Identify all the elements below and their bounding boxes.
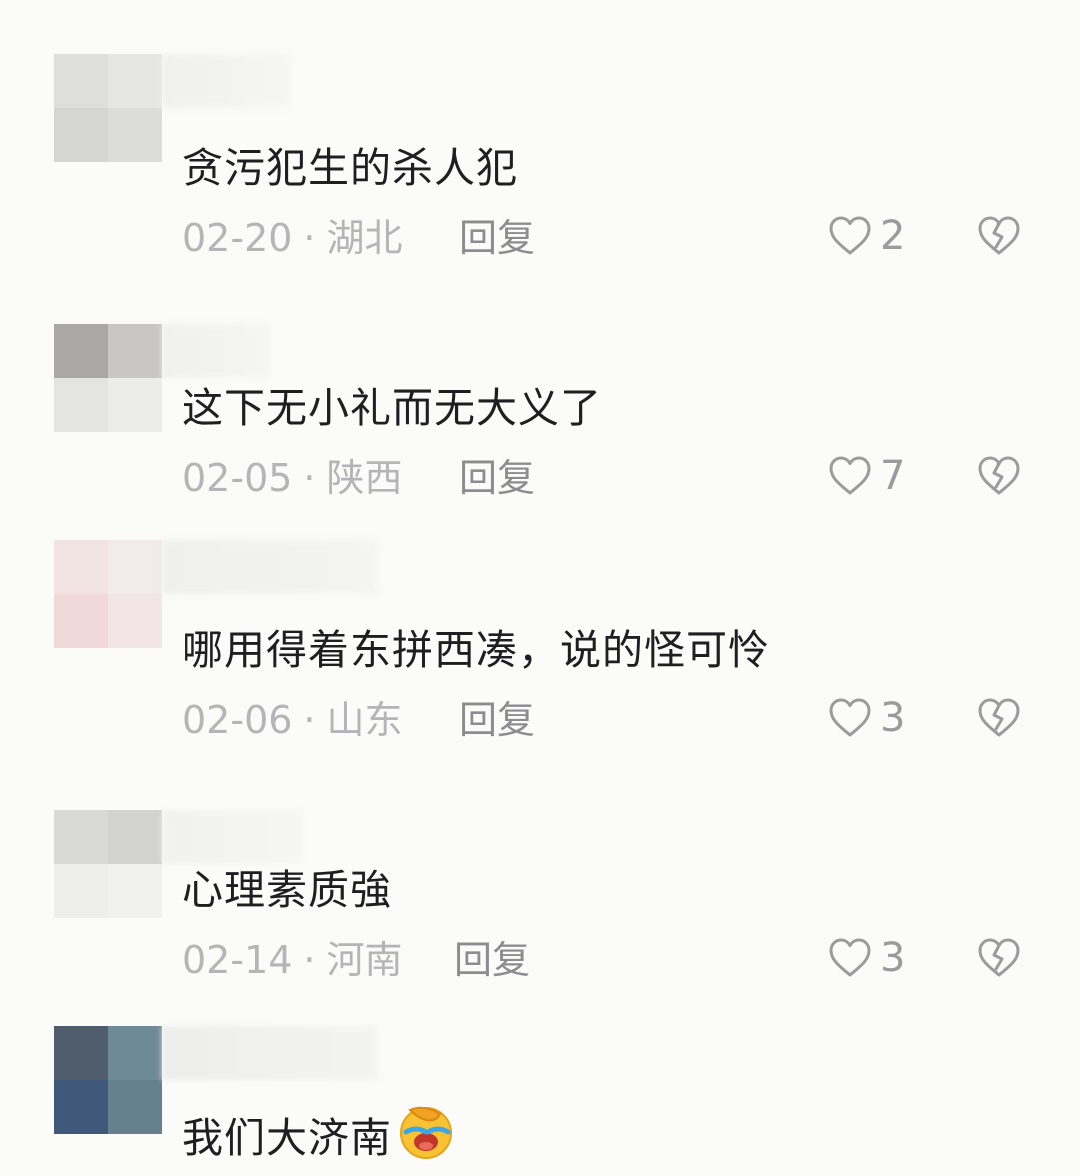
comment-meta: 02-14 · 河南 [182, 936, 403, 984]
broken-heart-icon [974, 452, 1024, 500]
meta-separator: · [303, 456, 316, 500]
comment-meta: 02-06 · 山东 [182, 696, 403, 744]
avatar[interactable] [54, 1026, 162, 1134]
username-blurred[interactable] [162, 54, 292, 108]
avatar[interactable] [54, 810, 162, 918]
heart-outline-icon [826, 934, 874, 982]
comment-meta: 02-20 · 湖北 [182, 214, 403, 262]
like-count: 3 [880, 695, 906, 741]
username-blurred[interactable] [162, 324, 270, 378]
heart-outline-icon [826, 694, 874, 742]
comment-item: 我们大济南 [0, 1026, 1080, 1176]
username-blurred[interactable] [162, 810, 302, 864]
meta-separator: · [303, 698, 316, 742]
comment-text: 这下无小礼而无大义了 [182, 384, 602, 432]
avatar[interactable] [54, 324, 162, 432]
username-blurred[interactable] [162, 540, 378, 594]
comment-text-content: 我们大济南 [182, 1114, 392, 1162]
avatar[interactable] [54, 54, 162, 162]
reply-button[interactable]: 回复 [454, 936, 530, 984]
like-count: 7 [880, 453, 906, 499]
username-blurred[interactable] [162, 1026, 378, 1080]
facepalm-crying-emoji [396, 1104, 456, 1172]
heart-outline-icon [826, 452, 874, 500]
comment-text: 哪用得着东拼西凑，说的怪可怜 [182, 626, 770, 674]
comment-location: 陕西 [326, 456, 403, 500]
comment-location: 湖北 [326, 216, 403, 260]
like-count: 2 [880, 213, 906, 259]
meta-separator: · [303, 938, 316, 982]
dislike-button[interactable] [974, 212, 1024, 260]
broken-heart-icon [974, 694, 1024, 742]
comment-location: 河南 [326, 938, 403, 982]
comment-text: 心理素质強 [182, 866, 392, 914]
comment-item: 贪污犯生的杀人犯 02-20 · 湖北 回复 2 [0, 54, 1080, 284]
meta-separator: · [303, 216, 316, 260]
comment-date: 02-06 [182, 698, 293, 742]
dislike-button[interactable] [974, 934, 1024, 982]
comment-date: 02-14 [182, 938, 293, 982]
comment-item: 这下无小礼而无大义了 02-05 · 陕西 回复 7 [0, 324, 1080, 554]
comment-date: 02-05 [182, 456, 293, 500]
like-count: 3 [880, 935, 906, 981]
reply-button[interactable]: 回复 [459, 214, 535, 262]
comment-text: 我们大济南 [182, 1104, 456, 1172]
reply-button[interactable]: 回复 [459, 696, 535, 744]
broken-heart-icon [974, 212, 1024, 260]
comment-item: 心理素质強 02-14 · 河南 回复 3 [0, 810, 1080, 1040]
comment-location: 山东 [326, 698, 403, 742]
like-button[interactable]: 2 [826, 212, 905, 260]
comment-date: 02-20 [182, 216, 293, 260]
reply-button[interactable]: 回复 [459, 454, 535, 502]
dislike-button[interactable] [974, 452, 1024, 500]
comment-item: 哪用得着东拼西凑，说的怪可怜 02-06 · 山东 回复 3 [0, 540, 1080, 770]
like-button[interactable]: 3 [826, 694, 905, 742]
like-button[interactable]: 7 [826, 452, 905, 500]
heart-outline-icon [826, 212, 874, 260]
comment-meta: 02-05 · 陕西 [182, 454, 403, 502]
avatar[interactable] [54, 540, 162, 648]
like-button[interactable]: 3 [826, 934, 905, 982]
comment-text: 贪污犯生的杀人犯 [182, 144, 518, 192]
broken-heart-icon [974, 934, 1024, 982]
dislike-button[interactable] [974, 694, 1024, 742]
